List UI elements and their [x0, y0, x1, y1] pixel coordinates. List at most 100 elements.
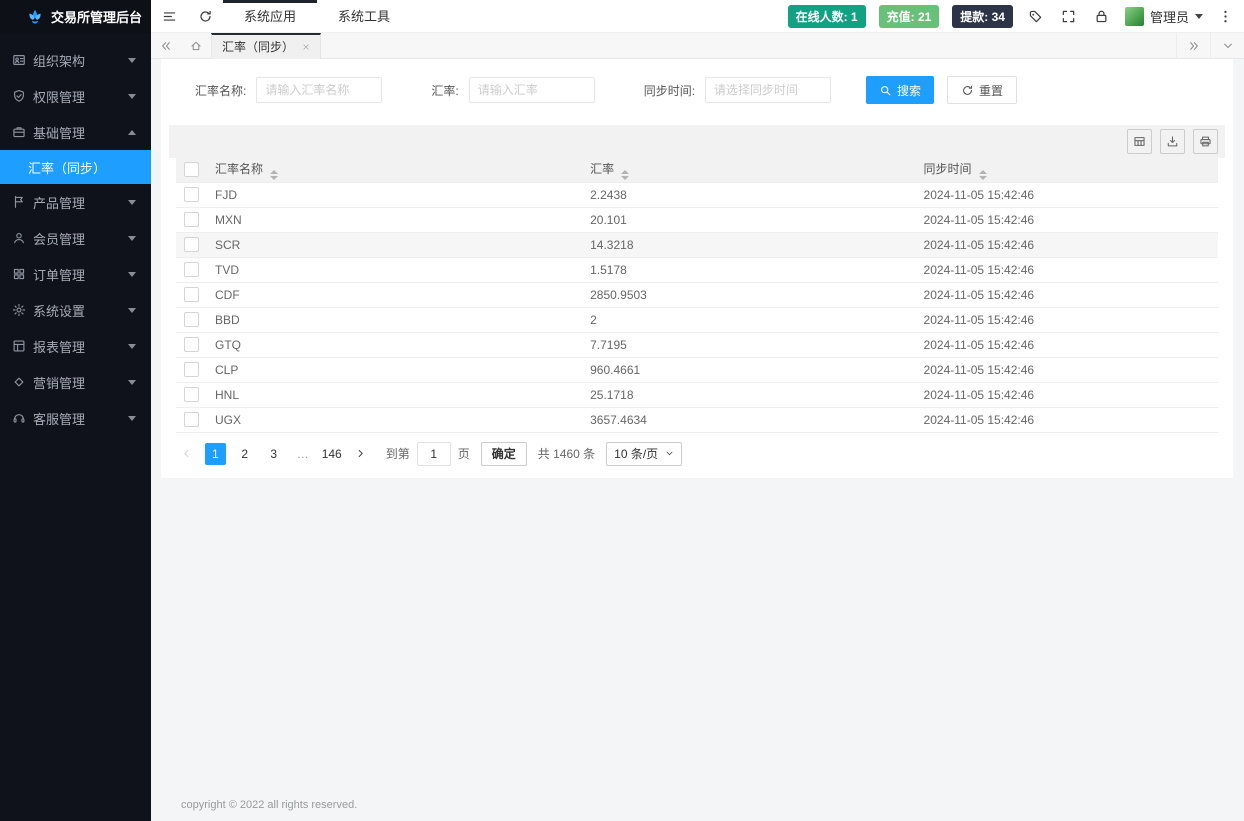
table-row[interactable]: UGX 3657.4634 2024-11-05 15:42:46 [176, 407, 1218, 433]
print-icon[interactable] [1193, 129, 1218, 154]
row-checkbox[interactable] [184, 262, 199, 278]
row-checkbox[interactable] [184, 287, 199, 303]
sort-icon[interactable] [978, 169, 987, 180]
column-header[interactable]: 汇率名称 [207, 158, 583, 183]
more-icon[interactable] [1216, 0, 1234, 33]
sidebar-item-product[interactable]: 产品管理 [0, 184, 151, 220]
table-row[interactable]: GTQ 7.7195 2024-11-05 15:42:46 [176, 332, 1218, 358]
row-checkbox-cell [176, 282, 207, 308]
sidebar-item-label: 营销管理 [33, 375, 86, 391]
prev-page-icon[interactable] [176, 443, 196, 465]
cell-rate: 20.101 [582, 207, 916, 233]
table-toolbar [169, 125, 1225, 158]
sort-icon[interactable] [270, 169, 279, 180]
table-row[interactable]: TVD 1.5178 2024-11-05 15:42:46 [176, 257, 1218, 283]
row-checkbox[interactable] [184, 187, 199, 203]
row-checkbox[interactable] [184, 212, 199, 228]
row-checkbox[interactable] [184, 362, 199, 378]
page-size-select[interactable]: 10 条/页 [606, 441, 683, 466]
table-row[interactable]: BBD 2 2024-11-05 15:42:46 [176, 307, 1218, 333]
sidebar-item-base[interactable]: 基础管理 [0, 114, 151, 150]
tab-label: 汇率（同步） [222, 40, 295, 54]
table-row[interactable]: MXN 20.101 2024-11-05 15:42:46 [176, 207, 1218, 233]
chevrons-left-icon[interactable] [151, 33, 181, 59]
sidebar-item-label: 报表管理 [33, 339, 86, 355]
sidebar-item-label: 产品管理 [33, 195, 86, 211]
cell-rate: 2 [582, 307, 916, 333]
confirm-button[interactable]: 确定 [480, 441, 527, 466]
page-number[interactable]: 3 [264, 443, 284, 465]
table-row[interactable]: CLP 960.4661 2024-11-05 15:42:46 [176, 357, 1218, 383]
reset-button[interactable]: 重置 [947, 76, 1018, 104]
next-page-icon[interactable] [351, 443, 371, 465]
table-body: FJD 2.2438 2024-11-05 15:42:46 MXN 20.101 202… [176, 182, 1218, 433]
row-checkbox[interactable] [184, 387, 199, 403]
goto-page-input[interactable] [416, 441, 451, 466]
column-header[interactable]: 汇率 [582, 158, 916, 183]
sidebar-item-permission[interactable]: 权限管理 [0, 78, 151, 114]
table-row[interactable]: CDF 2850.9503 2024-11-05 15:42:46 [176, 282, 1218, 308]
sidebar-item-settings[interactable]: 系统设置 [0, 292, 151, 328]
sidebar-item-org[interactable]: 组织架构 [0, 42, 151, 78]
user-icon [12, 231, 26, 245]
chevron-down-icon [128, 271, 136, 277]
search-button[interactable]: 搜索 [866, 76, 935, 104]
gear-icon [12, 303, 26, 317]
tab-menu-chevron-down-icon[interactable] [1210, 32, 1244, 59]
sidebar-item-marketing[interactable]: 营销管理 [0, 364, 151, 400]
tag-icon[interactable] [1026, 0, 1046, 33]
cell-rate: 14.3218 [582, 232, 916, 258]
sidebar-item-service[interactable]: 客服管理 [0, 400, 151, 436]
goto-label: 到第 [385, 447, 410, 461]
sidebar-item-report[interactable]: 报表管理 [0, 328, 151, 364]
export-icon[interactable] [1160, 129, 1185, 154]
home-icon[interactable] [181, 33, 211, 59]
sidebar-item-order[interactable]: 订单管理 [0, 256, 151, 292]
sidebar-item-member[interactable]: 会员管理 [0, 220, 151, 256]
top-nav-apps[interactable]: 系统应用 [223, 0, 318, 33]
top-nav-tools[interactable]: 系统工具 [317, 0, 411, 33]
badge-withdraw[interactable]: 提款: 34 [952, 4, 1013, 28]
cell-rate: 3657.4634 [582, 407, 916, 433]
badge-deposit[interactable]: 充值: 21 [878, 4, 940, 28]
rate-input[interactable] [468, 77, 595, 103]
app-title: 交易所管理后台 [51, 10, 143, 25]
refresh-icon[interactable] [187, 0, 223, 33]
row-checkbox-cell [176, 407, 207, 433]
chevrons-right-icon[interactable] [1176, 32, 1210, 59]
fullscreen-icon[interactable] [1059, 0, 1079, 33]
close-icon[interactable] [302, 43, 310, 51]
page-number[interactable]: 1 [205, 442, 226, 465]
table-row[interactable]: SCR 14.3218 2024-11-05 15:42:46 [176, 232, 1218, 258]
exchange-rate-card: 汇率名称: 汇率: 同步时间: 搜索 [161, 59, 1233, 478]
sync-time-input[interactable] [705, 77, 832, 103]
cell-rate-name: BBD [207, 307, 583, 333]
sidebar-subitem-exchange-rate-sync[interactable]: 汇率（同步） [0, 150, 151, 184]
tab-bar-right [1176, 32, 1244, 59]
chevron-down-icon [128, 343, 136, 349]
rate-name-input[interactable] [256, 77, 383, 103]
row-checkbox[interactable] [184, 337, 199, 353]
row-checkbox[interactable] [184, 312, 199, 328]
select-all-checkbox[interactable] [184, 162, 199, 178]
sort-icon[interactable] [621, 169, 630, 180]
cell-rate-name: HNL [207, 382, 583, 408]
user-menu[interactable]: 管理员 [1124, 6, 1203, 26]
column-header[interactable]: 同步时间 [915, 158, 1218, 183]
tab-exchange-rate-sync[interactable]: 汇率（同步） [211, 32, 322, 59]
table-row[interactable]: FJD 2.2438 2024-11-05 15:42:46 [176, 182, 1218, 208]
chevron-down-icon [128, 307, 136, 313]
badge-online-count[interactable]: 在线人数: 1 [787, 4, 866, 28]
status-badges: 在线人数: 1 充值: 21 提款: 34 [787, 4, 1013, 28]
cell-rate-name: MXN [207, 207, 583, 233]
row-checkbox[interactable] [184, 237, 199, 253]
rate-label: 汇率: [431, 83, 459, 98]
page-number[interactable]: 146 [322, 443, 342, 465]
page-number[interactable]: 2 [235, 443, 255, 465]
sidebar-collapse-icon[interactable] [151, 0, 187, 33]
lock-icon[interactable] [1092, 0, 1112, 33]
row-checkbox[interactable] [184, 412, 199, 428]
columns-icon[interactable] [1127, 129, 1152, 154]
table-row[interactable]: HNL 25.1718 2024-11-05 15:42:46 [176, 382, 1218, 408]
chevron-down-icon [128, 415, 136, 421]
